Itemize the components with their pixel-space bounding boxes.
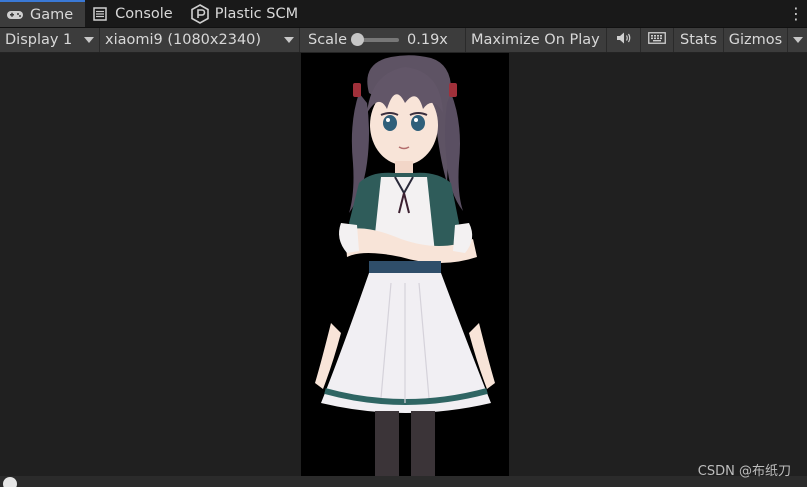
chevron-down-icon (284, 37, 294, 43)
game-render-area[interactable] (301, 53, 509, 476)
console-icon (91, 5, 109, 23)
editor-tab-bar: Game Console Plastic SCM ⋮ (0, 0, 807, 28)
scale-control: Scale 0.19x (300, 28, 466, 52)
chevron-down-icon (84, 37, 94, 43)
more-options-icon[interactable]: ⋮ (785, 0, 807, 27)
tab-plastic-scm[interactable]: Plastic SCM (185, 0, 310, 27)
tab-console[interactable]: Console (85, 0, 185, 27)
console-status-bar[interactable] (0, 476, 807, 487)
scale-value: 0.19x (407, 32, 448, 48)
keyboard-icon (648, 32, 666, 48)
scale-slider-handle[interactable] (351, 33, 365, 46)
gamepad-icon (6, 6, 24, 24)
scale-slider[interactable] (351, 33, 400, 46)
maximize-on-play-toggle[interactable]: Maximize On Play (466, 28, 607, 52)
tab-console-label: Console (115, 5, 173, 22)
resolution-dropdown-label: xiaomi9 (1080x2340) (105, 32, 262, 48)
game-view-toolbar: Display 1 xiaomi9 (1080x2340) Scale 0.19… (0, 28, 807, 53)
plastic-scm-icon (190, 3, 209, 24)
chevron-down-icon (792, 37, 803, 43)
speaker-icon (616, 31, 632, 49)
gizmos-toggle[interactable]: Gizmos (724, 28, 788, 52)
scale-label: Scale (308, 32, 348, 48)
tab-plastic-scm-label: Plastic SCM (214, 5, 299, 22)
gizmos-dropdown[interactable] (788, 28, 807, 52)
tab-game[interactable]: Game (0, 0, 86, 27)
gizmos-label: Gizmos (728, 32, 783, 48)
info-icon (3, 477, 17, 487)
game-view[interactable] (0, 53, 807, 487)
anime-girl-character-image (315, 55, 495, 476)
keyboard-shortcuts-toggle[interactable] (641, 28, 674, 52)
display-dropdown[interactable]: Display 1 (0, 28, 100, 52)
maximize-on-play-label: Maximize On Play (471, 32, 600, 48)
tab-game-label: Game (30, 6, 74, 23)
stats-toggle[interactable]: Stats (674, 28, 724, 52)
resolution-dropdown[interactable]: xiaomi9 (1080x2340) (100, 28, 300, 52)
watermark: CSDN @布纸刀 (697, 464, 791, 479)
display-dropdown-label: Display 1 (5, 32, 73, 48)
mute-audio-toggle[interactable] (607, 28, 641, 52)
stats-label: Stats (679, 32, 717, 48)
